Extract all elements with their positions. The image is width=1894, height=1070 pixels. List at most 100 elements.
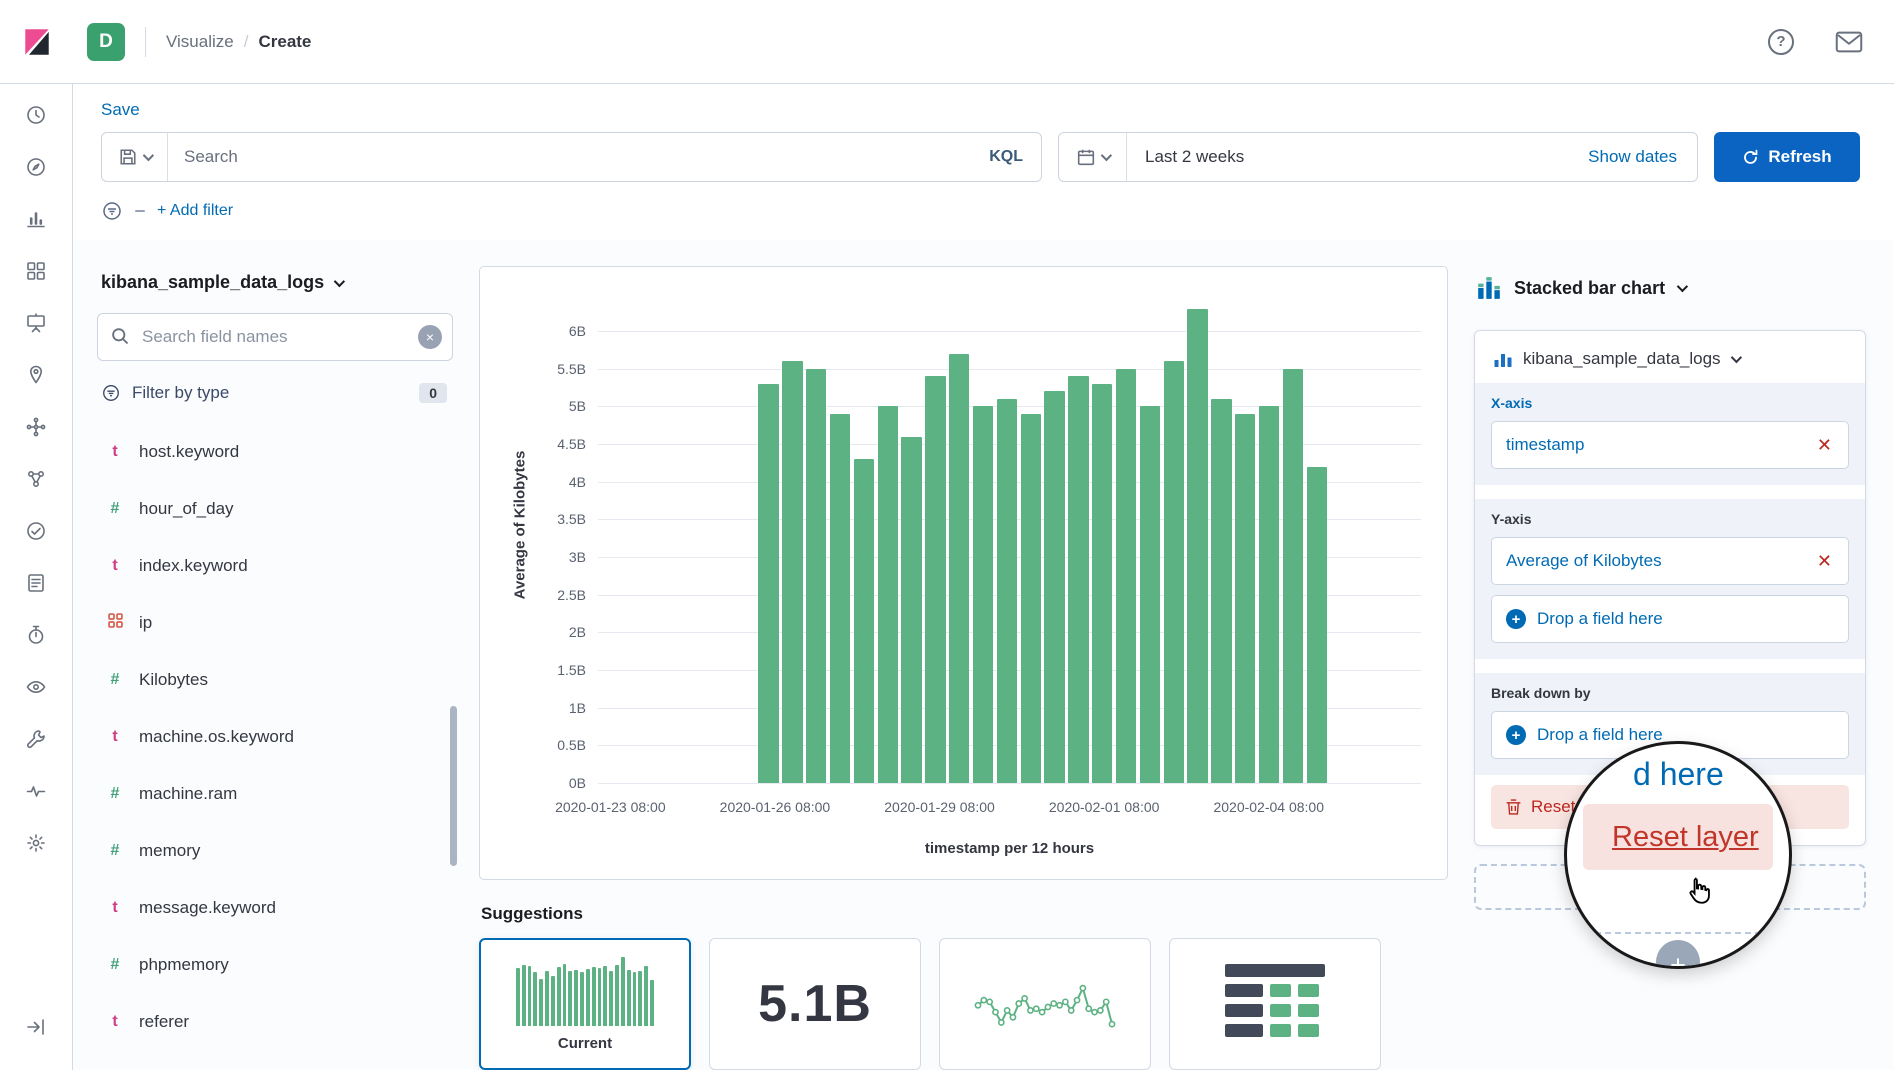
chevron-down-icon	[1730, 352, 1741, 363]
bar[interactable]	[878, 406, 898, 783]
y-axis-drop-zone[interactable]: + Drop a field here	[1491, 595, 1849, 643]
bar[interactable]	[997, 399, 1017, 783]
bar[interactable]	[1211, 399, 1231, 783]
discover-icon[interactable]	[13, 146, 59, 188]
x-axis-section: X-axis timestamp ✕	[1475, 383, 1865, 485]
bar[interactable]	[1140, 406, 1160, 783]
bar[interactable]	[1044, 391, 1064, 783]
bar[interactable]	[1116, 369, 1136, 783]
refresh-button[interactable]: Refresh	[1714, 132, 1860, 182]
layer-index-pattern-button[interactable]: kibana_sample_data_logs	[1491, 347, 1849, 383]
machine-learning-icon[interactable]	[13, 406, 59, 448]
remove-dimension-button[interactable]: ✕	[1815, 550, 1834, 572]
field-item[interactable]: ip	[97, 594, 453, 651]
bar[interactable]	[949, 354, 969, 783]
bar[interactable]	[1021, 414, 1041, 783]
bar[interactable]	[854, 459, 874, 783]
app-header: D Visualize / Create ?	[0, 0, 1894, 84]
field-type-string-icon: t	[105, 443, 125, 461]
scrollbar-thumb[interactable]	[450, 706, 457, 866]
bar[interactable]	[973, 406, 993, 783]
metric-value: 5.1B	[758, 974, 872, 1034]
time-range-label[interactable]: Last 2 weeks	[1145, 147, 1244, 167]
field-item[interactable]: tindex.keyword	[97, 537, 453, 594]
uptime-icon[interactable]	[13, 510, 59, 552]
field-search-input[interactable]	[97, 313, 453, 361]
visualize-icon[interactable]	[13, 198, 59, 240]
y-axis-dimension[interactable]: Average of Kilobytes ✕	[1491, 537, 1849, 585]
bar[interactable]	[1092, 384, 1112, 783]
index-pattern-switcher[interactable]: kibana_sample_data_logs	[101, 272, 453, 293]
suggestion-current[interactable]: Current	[479, 938, 691, 1070]
newsfeed-mail-icon[interactable]	[1834, 27, 1864, 57]
bar[interactable]	[1259, 406, 1279, 783]
magnified-add-layer-button: +	[1656, 940, 1700, 969]
suggestion-data-table[interactable]	[1169, 938, 1381, 1070]
bar[interactable]	[1235, 414, 1255, 783]
logs-icon[interactable]	[13, 562, 59, 604]
kibana-logo[interactable]	[0, 26, 73, 58]
filter-by-type-button[interactable]: Filter by type 0	[97, 375, 453, 419]
apm-icon[interactable]	[13, 614, 59, 656]
bar[interactable]	[830, 414, 850, 783]
field-item[interactable]: treferer	[97, 993, 453, 1050]
bar[interactable]	[901, 437, 921, 783]
collapse-menu-icon[interactable]	[13, 1006, 59, 1048]
bar-chart-plot: 6B5.5B5B4.5B4B3.5B3B2.5B2B1.5B1B0.5B0B 2…	[598, 301, 1421, 783]
bar[interactable]	[758, 384, 778, 783]
bar[interactable]	[925, 376, 945, 783]
search-icon	[110, 326, 130, 346]
x-axis-dimension[interactable]: timestamp ✕	[1491, 421, 1849, 469]
y-axis-tick-label: 0.5B	[557, 737, 586, 753]
saved-query-menu-button[interactable]	[102, 133, 168, 181]
field-item[interactable]: #Kilobytes	[97, 651, 453, 708]
bar[interactable]	[1068, 376, 1088, 783]
bar[interactable]	[1307, 467, 1327, 783]
dev-tools-icon[interactable]	[13, 718, 59, 760]
field-item[interactable]: #memory	[97, 822, 453, 879]
management-gear-icon[interactable]	[13, 822, 59, 864]
hand-cursor-icon	[1683, 874, 1715, 908]
field-name: Kilobytes	[139, 670, 208, 690]
date-picker: Last 2 weeks Show dates	[1058, 132, 1698, 182]
recently-viewed-icon[interactable]	[13, 94, 59, 136]
filter-icon[interactable]	[101, 200, 123, 222]
filter-options-icon[interactable]	[135, 210, 145, 212]
x-axis-tick-label: 2020-02-01 08:00	[1049, 799, 1160, 815]
dashboard-icon[interactable]	[13, 250, 59, 292]
magnified-reset-layer-button[interactable]: Reset layer	[1583, 804, 1773, 870]
suggestion-line-chart[interactable]	[939, 938, 1151, 1070]
suggestions-row: Current 5.1B	[479, 938, 1448, 1070]
breadcrumb-visualize-link[interactable]: Visualize	[166, 32, 234, 52]
query-language-button[interactable]: KQL	[971, 148, 1041, 166]
field-item[interactable]: #machine.ram	[97, 765, 453, 822]
bar[interactable]	[1283, 369, 1303, 783]
bar[interactable]	[1187, 309, 1207, 783]
maps-icon[interactable]	[13, 354, 59, 396]
stack-monitoring-icon[interactable]	[13, 770, 59, 812]
bar[interactable]	[782, 361, 802, 783]
field-item[interactable]: tmachine.os.keyword	[97, 708, 453, 765]
query-input[interactable]	[168, 147, 971, 167]
bar[interactable]	[806, 369, 826, 783]
save-button[interactable]: Save	[101, 100, 140, 119]
field-item[interactable]: thost.keyword	[97, 423, 453, 480]
canvas-icon[interactable]	[13, 302, 59, 344]
help-icon[interactable]: ?	[1766, 27, 1796, 57]
remove-dimension-button[interactable]: ✕	[1815, 434, 1834, 456]
watcher-icon[interactable]	[13, 666, 59, 708]
chart-type-switcher[interactable]: Stacked bar chart	[1476, 276, 1866, 300]
field-item[interactable]: #phpmemory	[97, 936, 453, 993]
suggestion-metric[interactable]: 5.1B	[709, 938, 921, 1070]
add-filter-button[interactable]: + Add filter	[157, 202, 233, 220]
save-disk-icon	[119, 148, 137, 166]
field-item[interactable]: tmessage.keyword	[97, 879, 453, 936]
space-avatar[interactable]: D	[87, 23, 125, 61]
graph-icon[interactable]	[13, 458, 59, 500]
field-item[interactable]: #hour_of_day	[97, 480, 453, 537]
bar[interactable]	[1164, 361, 1184, 783]
show-dates-button[interactable]: Show dates	[1588, 147, 1697, 167]
field-search: ×	[97, 313, 453, 361]
clear-search-button[interactable]: ×	[418, 325, 442, 349]
date-quick-menu-button[interactable]	[1059, 133, 1127, 181]
